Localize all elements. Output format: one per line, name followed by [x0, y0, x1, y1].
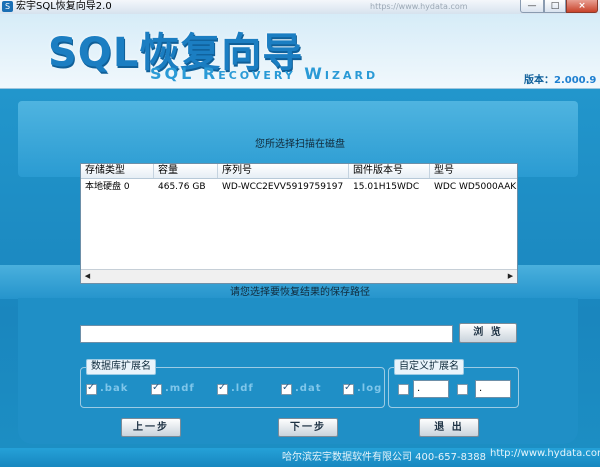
header-banner: SQL恢复向导 SQL Recovery Wizard 版本：2.000.9 [0, 14, 600, 89]
custom-extension-input-1[interactable]: . [413, 380, 449, 398]
horizontal-scrollbar[interactable]: ◀ ▶ [81, 269, 517, 283]
cell-model: WDC WD5000AAK [434, 182, 517, 192]
maximize-button[interactable]: □ [544, 0, 566, 13]
checkbox-custom-1[interactable] [398, 384, 409, 395]
checkbox-ldf[interactable] [217, 382, 228, 395]
minimize-button[interactable]: — [520, 0, 544, 13]
website-link[interactable]: http://www.hydata.com [490, 448, 600, 459]
close-button[interactable]: × [566, 0, 598, 13]
table-header: 存储类型 容量 序列号 固件版本号 型号 [81, 164, 517, 179]
checkbox-log[interactable] [343, 382, 354, 395]
previous-step-button[interactable]: 上一步 [121, 418, 181, 437]
window-title: 宏宇SQL恢复向导2.0 [16, 1, 112, 12]
custom-extension-input-2[interactable]: . [475, 380, 511, 398]
next-step-button[interactable]: 下一步 [278, 418, 338, 437]
version-label: 版本： [524, 75, 554, 86]
version-info: 版本：2.000.9 [524, 71, 596, 86]
ext-label-log: .log [357, 383, 383, 394]
checkbox-bak[interactable] [86, 382, 97, 395]
disk-table[interactable]: 存储类型 容量 序列号 固件版本号 型号 本地硬盘 0 465.76 GB WD… [80, 163, 518, 284]
cell-capacity: 465.76 GB [158, 182, 206, 192]
column-header-capacity[interactable]: 容量 [154, 164, 218, 178]
browse-button[interactable]: 浏 览 [459, 323, 517, 343]
company-info: 哈尔滨宏宇数据软件有限公司 400-657-8388 [282, 452, 487, 463]
cell-firmware: 15.01H15WDC [353, 182, 420, 192]
custom-extension-legend: 自定义扩展名 [394, 359, 464, 375]
cell-serial: WD-WCC2EVV5919759197 [222, 182, 344, 192]
version-number: 2.000.9 [554, 75, 597, 86]
checkbox-custom-2[interactable] [457, 384, 468, 395]
ext-label-bak: .bak [100, 383, 129, 394]
ext-label-dat: .dat [295, 383, 322, 394]
ext-label-mdf: .mdf [165, 383, 195, 394]
column-header-storage-type[interactable]: 存储类型 [81, 164, 154, 178]
column-header-firmware[interactable]: 固件版本号 [349, 164, 430, 178]
save-path-input[interactable] [80, 325, 453, 343]
scroll-left-icon[interactable]: ◀ [81, 270, 94, 282]
background-tab-text: https://www.hydata.com [370, 2, 468, 11]
checkbox-dat[interactable] [281, 382, 292, 395]
scroll-right-icon[interactable]: ▶ [504, 270, 517, 282]
disk-section-label: 您所选择扫描在磁盘 [255, 139, 345, 150]
database-extension-group: 数据库扩展名 .bak .mdf .ldf .dat .log [80, 359, 385, 408]
column-header-model[interactable]: 型号 [430, 164, 517, 178]
path-section-label: 请您选择要恢复结果的保存路径 [230, 287, 370, 298]
logo-subtitle: SQL Recovery Wizard [150, 64, 379, 83]
checkbox-mdf[interactable] [151, 382, 162, 395]
exit-button[interactable]: 退 出 [419, 418, 479, 437]
database-extension-legend: 数据库扩展名 [86, 359, 156, 375]
app-icon: S [2, 1, 13, 12]
custom-extension-group: 自定义扩展名 . . [388, 359, 519, 408]
title-bar: S 宏宇SQL恢复向导2.0 https://www.hydata.com — … [0, 0, 600, 15]
cell-storage-type: 本地硬盘 0 [85, 182, 130, 192]
column-header-serial[interactable]: 序列号 [218, 164, 349, 178]
ext-label-ldf: .ldf [231, 383, 254, 394]
